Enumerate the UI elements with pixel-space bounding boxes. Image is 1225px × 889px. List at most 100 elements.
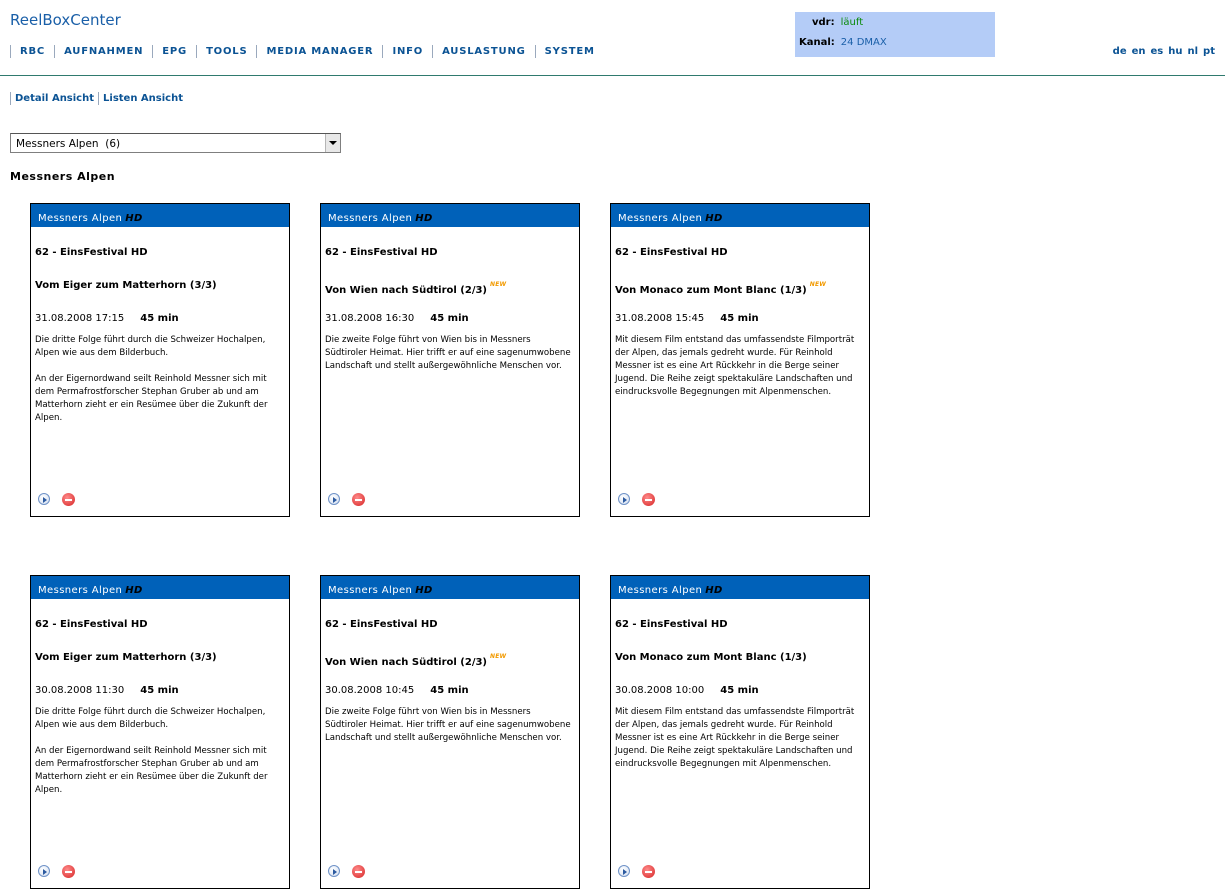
card-channel: 62 - EinsFestival HD	[615, 619, 728, 630]
hd-badge: HD	[415, 213, 433, 224]
nav-item-tools[interactable]: TOOLS	[196, 45, 256, 58]
card-channel: 62 - EinsFestival HD	[325, 619, 438, 630]
new-badge: NEW	[490, 281, 507, 288]
hd-badge: HD	[705, 213, 723, 224]
chevron-down-icon[interactable]	[325, 134, 340, 152]
nav-item-system[interactable]: SYSTEM	[534, 45, 604, 58]
delete-icon[interactable]	[352, 493, 365, 506]
card-schedule: 30.08.2008 10:00 45 min	[615, 685, 759, 696]
hd-badge: HD	[125, 585, 143, 596]
card-series-title: Messners Alpen	[328, 213, 413, 224]
episode-title-text: Vom Eiger zum Matterhorn (3/3)	[35, 280, 217, 291]
description-paragraph: Die dritte Folge führt durch die Schweiz…	[35, 707, 266, 730]
card-description: Die dritte Folge führt durch die Schweiz…	[35, 334, 283, 438]
card-header: Messners Alpen HD	[611, 204, 869, 227]
lang-nl[interactable]: nl	[1188, 46, 1199, 57]
description-paragraph: An der Eigernordwand seilt Reinhold Mess…	[35, 374, 268, 423]
episode-title-text: Von Monaco zum Mont Blanc (1/3)	[615, 285, 807, 296]
card-series-title: Messners Alpen	[38, 585, 123, 596]
card-channel: 62 - EinsFestival HD	[615, 247, 728, 258]
card-actions	[618, 493, 655, 506]
lang-es[interactable]: es	[1151, 46, 1164, 57]
card-datetime: 30.08.2008 10:45	[325, 685, 415, 696]
card-description: Die zweite Folge führt von Wien bis in M…	[325, 334, 573, 386]
card-duration: 45 min	[430, 685, 469, 696]
card-duration: 45 min	[140, 685, 179, 696]
nav-item-info[interactable]: INFO	[382, 45, 432, 58]
card-description: Mit diesem Film entstand das umfassendst…	[615, 334, 863, 412]
play-icon[interactable]	[328, 493, 340, 505]
card-datetime: 31.08.2008 16:30	[325, 313, 415, 324]
episode-title-text: Von Wien nach Südtirol (2/3)	[325, 657, 488, 668]
episode-title-text: Vom Eiger zum Matterhorn (3/3)	[35, 652, 217, 663]
card-schedule: 31.08.2008 15:45 45 min	[615, 313, 759, 324]
card-actions	[328, 493, 365, 506]
card-header: Messners Alpen HD	[31, 204, 289, 227]
card-episode-title: Vom Eiger zum Matterhorn (3/3)	[35, 652, 217, 663]
play-icon[interactable]	[618, 493, 630, 505]
card-duration: 45 min	[430, 313, 469, 324]
card-schedule: 30.08.2008 11:30 45 min	[35, 685, 179, 696]
card-actions	[38, 493, 75, 506]
card-series-title: Messners Alpen	[618, 213, 703, 224]
description-paragraph: An der Eigernordwand seilt Reinhold Mess…	[35, 746, 268, 795]
card-description: Die zweite Folge führt von Wien bis in M…	[325, 706, 573, 758]
description-paragraph: Die zweite Folge führt von Wien bis in M…	[325, 707, 571, 743]
description-paragraph: Mit diesem Film entstand das umfassendst…	[615, 707, 855, 769]
recording-card: Messners Alpen HD 62 - EinsFestival HD Vom …	[30, 575, 290, 889]
card-duration: 45 min	[720, 685, 759, 696]
card-datetime: 31.08.2008 15:45	[615, 313, 705, 324]
vdr-status-value: läuft	[840, 17, 864, 28]
card-duration: 45 min	[720, 313, 759, 324]
nav-item-epg[interactable]: EPG	[152, 45, 196, 58]
card-channel: 62 - EinsFestival HD	[35, 619, 148, 630]
recording-card: Messners Alpen HD 62 - EinsFestival HD Von …	[320, 203, 580, 517]
play-icon[interactable]	[38, 493, 50, 505]
card-series-title: Messners Alpen	[38, 213, 123, 224]
hd-badge: HD	[415, 585, 433, 596]
series-select[interactable]: Messners Alpen (6)	[10, 133, 341, 153]
card-header: Messners Alpen HD	[321, 576, 579, 599]
recording-card: Messners Alpen HD 62 - EinsFestival HD Vom …	[30, 203, 290, 517]
detail-view-link[interactable]: Detail Ansicht	[10, 92, 98, 105]
delete-icon[interactable]	[62, 493, 75, 506]
card-datetime: 31.08.2008 17:15	[35, 313, 125, 324]
language-switcher: de en es hu nl pt	[1113, 46, 1215, 57]
section-title: Messners Alpen	[10, 170, 116, 183]
card-channel: 62 - EinsFestival HD	[325, 247, 438, 258]
episode-title-text: Von Monaco zum Mont Blanc (1/3)	[615, 652, 807, 663]
card-series-title: Messners Alpen	[618, 585, 703, 596]
nav-item-media-manager[interactable]: MEDIA MANAGER	[256, 45, 382, 58]
card-episode-title: Von Monaco zum Mont Blanc (1/3)	[615, 652, 807, 663]
hd-badge: HD	[125, 213, 143, 224]
series-select-value: Messners Alpen (6)	[16, 138, 121, 150]
lang-en[interactable]: en	[1132, 46, 1146, 57]
new-badge: NEW	[490, 653, 507, 660]
recording-card: Messners Alpen HD 62 - EinsFestival HD Von …	[610, 575, 870, 889]
nav-item-aufnahmen[interactable]: AUFNAHMEN	[54, 45, 152, 58]
status-panel: vdr: läuft Kanal: 24 DMAX	[795, 12, 995, 57]
episode-title-text: Von Wien nach Südtirol (2/3)	[325, 285, 488, 296]
lang-hu[interactable]: hu	[1168, 46, 1182, 57]
card-datetime: 30.08.2008 10:00	[615, 685, 705, 696]
recording-card: Messners Alpen HD 62 - EinsFestival HD Von …	[610, 203, 870, 517]
card-header: Messners Alpen HD	[321, 204, 579, 227]
brand-logo[interactable]: ReelBoxCenter	[10, 11, 121, 29]
card-episode-title: Von Wien nach Südtirol (2/3) NEW	[325, 281, 506, 296]
card-datetime: 30.08.2008 11:30	[35, 685, 125, 696]
card-episode-title: Von Wien nach Südtirol (2/3) NEW	[325, 653, 506, 668]
nav-item-rbc[interactable]: RBC	[10, 45, 54, 58]
card-description: Die dritte Folge führt durch die Schweiz…	[35, 706, 283, 810]
lang-pt[interactable]: pt	[1203, 46, 1215, 57]
delete-icon[interactable]	[642, 493, 655, 506]
nav-item-auslastung[interactable]: AUSLASTUNG	[432, 45, 535, 58]
lang-de[interactable]: de	[1113, 46, 1127, 57]
channel-value[interactable]: 24 DMAX	[841, 37, 887, 48]
card-header: Messners Alpen HD	[611, 576, 869, 599]
card-description: Mit diesem Film entstand das umfassendst…	[615, 706, 863, 784]
card-episode-title: Vom Eiger zum Matterhorn (3/3)	[35, 280, 217, 291]
description-paragraph: Die dritte Folge führt durch die Schweiz…	[35, 335, 266, 358]
list-view-link[interactable]: Listen Ansicht	[98, 92, 187, 105]
card-header: Messners Alpen HD	[31, 576, 289, 599]
card-schedule: 31.08.2008 17:15 45 min	[35, 313, 179, 324]
